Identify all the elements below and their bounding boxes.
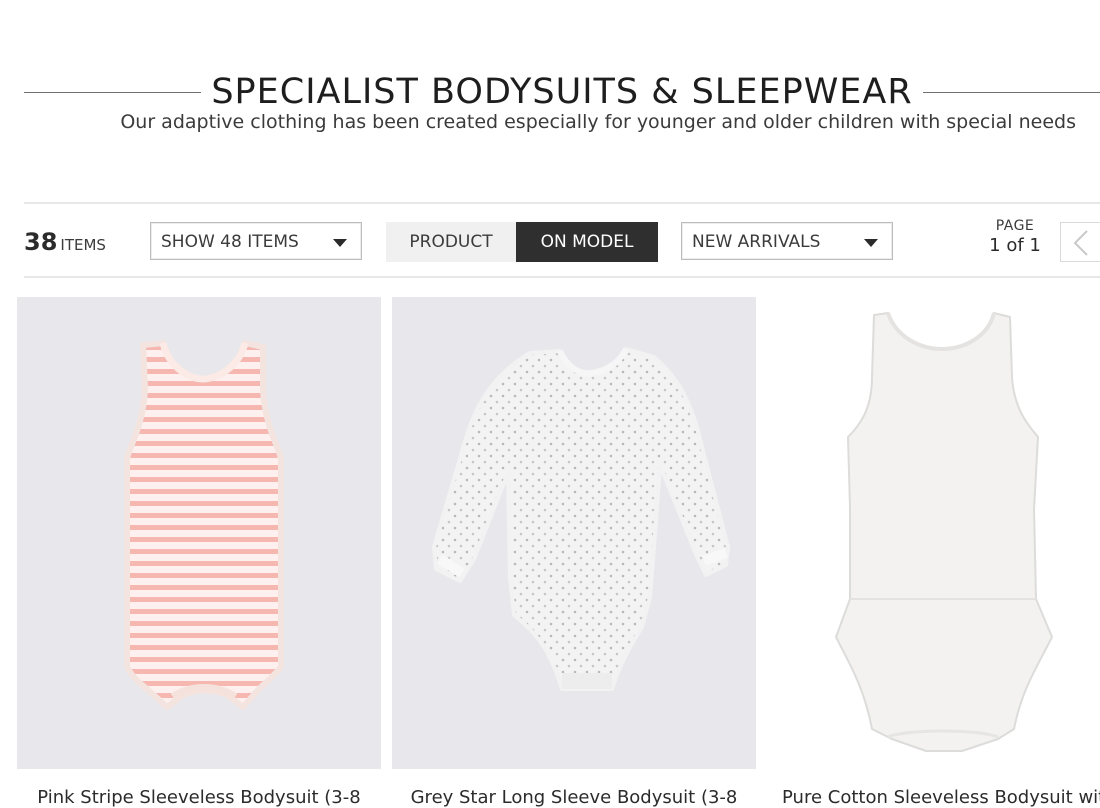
page-label: PAGE	[995, 218, 1035, 234]
sort-value: NEW ARRIVALS	[692, 232, 821, 252]
sort-select[interactable]: NEW ARRIVALS	[681, 222, 893, 260]
product-name[interactable]: Pink Stripe Sleeveless Bodysuit (3-8	[17, 787, 381, 808]
product-image[interactable]	[766, 297, 1100, 769]
chevron-left-icon	[1073, 230, 1088, 256]
view-product-button[interactable]: PRODUCT	[386, 222, 516, 262]
item-count: 38 ITEMS	[24, 228, 106, 256]
product-name[interactable]: Grey Star Long Sleeve Bodysuit (3-8	[392, 787, 756, 808]
title-rule-left	[24, 91, 202, 93]
page-title: SPECIALIST BODYSUITS & SLEEPWEAR	[211, 72, 913, 112]
product-name[interactable]: Pure Cotton Sleeveless Bodysuit with	[782, 787, 1100, 808]
white-sleeveless-bodysuit-image	[766, 297, 1100, 769]
pink-stripe-bodysuit-image	[17, 297, 381, 769]
page-header: SPECIALIST BODYSUITS & SLEEPWEAR Our ada…	[0, 0, 1100, 200]
product-grid: Pink Stripe Sleeveless Bodysuit (3-8 Gre…	[0, 297, 1100, 808]
product-card[interactable]: Pink Stripe Sleeveless Bodysuit (3-8	[17, 297, 381, 808]
items-per-page-value: SHOW 48 ITEMS	[161, 232, 299, 252]
page-value: 1 of 1	[989, 235, 1041, 256]
item-count-number: 38	[24, 228, 58, 256]
view-toggle: PRODUCT ON MODEL	[386, 222, 658, 262]
previous-page-button[interactable]	[1060, 222, 1100, 262]
page-subtitle: Our adaptive clothing has been created e…	[120, 111, 1076, 133]
product-image[interactable]	[17, 297, 381, 769]
listing-toolbar: 38 ITEMS SHOW 48 ITEMS PRODUCT ON MODEL N…	[24, 202, 1100, 278]
page-indicator: PAGE 1 of 1	[980, 218, 1050, 256]
grey-star-longsleeve-bodysuit-image	[392, 297, 756, 769]
product-card[interactable]: Pure Cotton Sleeveless Bodysuit with	[766, 297, 1100, 808]
product-card[interactable]: Grey Star Long Sleeve Bodysuit (3-8	[392, 297, 756, 808]
caret-down-icon	[864, 239, 878, 247]
product-image[interactable]	[392, 297, 756, 769]
view-on-model-button[interactable]: ON MODEL	[516, 222, 658, 262]
title-rule-right	[922, 91, 1100, 93]
item-count-label: ITEMS	[60, 236, 106, 254]
title-row: SPECIALIST BODYSUITS & SLEEPWEAR	[24, 70, 1100, 114]
caret-down-icon	[333, 239, 347, 247]
items-per-page-select[interactable]: SHOW 48 ITEMS	[150, 222, 362, 260]
